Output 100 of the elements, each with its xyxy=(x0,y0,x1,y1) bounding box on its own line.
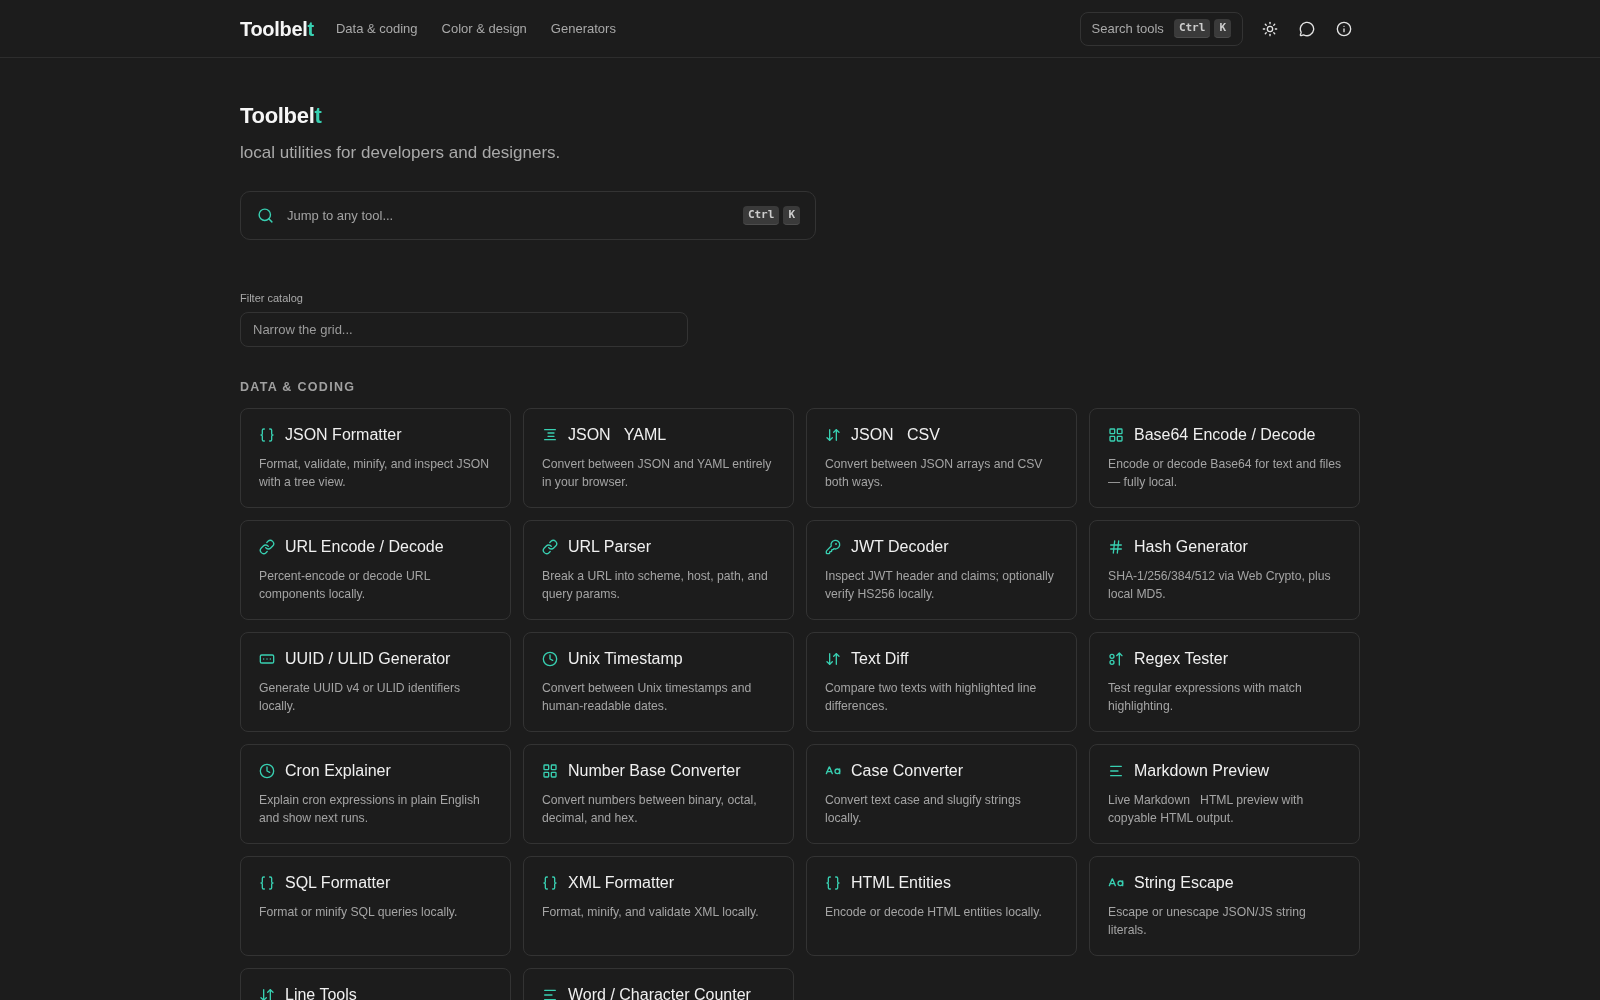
tool-card[interactable]: Base64 Encode / Decode Encode or decode Base64 for text and files — fully local. xyxy=(1089,408,1360,508)
tool-card[interactable]: Text Diff Compare two texts with highlighted line differences. xyxy=(806,632,1077,732)
tool-card[interactable]: Cron Explainer Explain cron expressions in plain English and show next runs. xyxy=(240,744,511,844)
nav-link[interactable]: Color & design xyxy=(441,21,527,36)
filter-field[interactable]: Narrow the grid... xyxy=(240,312,688,347)
tool-title: URL Encode / Decode xyxy=(285,537,444,557)
braces-icon xyxy=(259,875,275,891)
tool-description: Escape or unescape JSON/JS string literals. xyxy=(1108,904,1307,939)
indented-lines-icon xyxy=(542,427,558,443)
tool-description: Percent-encode or decode URL components locally. xyxy=(259,568,431,603)
tool-title: HTML Entities xyxy=(851,873,951,893)
tool-description: Generate UUID v4 or ULID identifiers locally. xyxy=(259,680,462,715)
tool-description: Test regular expressions with match highlighting. xyxy=(1108,680,1303,715)
key-icon xyxy=(825,539,841,555)
tool-card[interactable]: Markdown Preview Live Markdown HTML preview with copyable HTML output. xyxy=(1089,744,1360,844)
tool-title: Line Tools xyxy=(285,985,357,1000)
braces-icon xyxy=(259,427,275,443)
tool-card[interactable]: String Escape Escape or unescape JSON/JS string literals. xyxy=(1089,856,1360,956)
tool-description: Convert between Unix timestamps and human-readable dates. xyxy=(542,680,753,715)
up-down-arrows-icon xyxy=(259,987,275,1000)
page-title: Toolbelt xyxy=(240,103,322,129)
tool-description: Encode or decode Base64 for text and files — fully local. xyxy=(1108,456,1343,491)
tool-card[interactable]: JSON YAML Convert between JSON and YAML entirely in your browser. xyxy=(523,408,794,508)
tool-title: Regex Tester xyxy=(1134,649,1228,669)
text-lines-icon xyxy=(542,987,558,1000)
tool-card[interactable]: Regex Tester Test regular expressions with match highlighting. xyxy=(1089,632,1360,732)
text-lines-icon xyxy=(1108,763,1124,779)
tool-title: String Escape xyxy=(1134,873,1234,893)
tool-description: Convert text case and slugify strings locally. xyxy=(825,792,1022,827)
tool-description: Format, validate, minify, and inspect JSON with a tree view. xyxy=(259,456,491,491)
tool-card[interactable]: JWT Decoder Inspect JWT header and claims; optionally verify HS256 locally. xyxy=(806,520,1077,620)
tool-title: Unix Timestamp xyxy=(568,649,683,669)
tool-description: Convert between JSON and YAML entirely in your browser. xyxy=(542,456,773,491)
tool-title: JSON CSV xyxy=(851,425,940,445)
keyboard-key: K xyxy=(1214,19,1231,38)
tool-description: Format or minify SQL queries locally. xyxy=(259,904,459,921)
tool-description: Format, minify, and validate XML locally. xyxy=(542,904,760,921)
tool-description: Break a URL into scheme, host, path, and query params. xyxy=(542,568,769,603)
nav-link[interactable]: Generators xyxy=(550,21,616,36)
tool-title: Base64 Encode / Decode xyxy=(1134,425,1316,445)
braces-icon xyxy=(542,875,558,891)
tool-description: Explain cron expressions in plain English and show next runs. xyxy=(259,792,481,827)
dotted-rectangle-icon xyxy=(259,651,275,667)
tool-card[interactable]: SQL Formatter Format or minify SQL queries locally. xyxy=(240,856,511,956)
tool-card[interactable]: JSON Formatter Format, validate, minify, and inspect JSON with a tree view. xyxy=(240,408,511,508)
tool-title: UUID / ULID Generator xyxy=(285,649,451,669)
up-down-arrows-icon xyxy=(825,427,841,443)
tool-title: Markdown Preview xyxy=(1134,761,1270,781)
nav-link[interactable]: Data & coding xyxy=(335,21,418,36)
clock-icon xyxy=(542,651,558,667)
tool-title: JSON Formatter xyxy=(285,425,402,445)
link-icon xyxy=(542,539,558,555)
tool-title: SQL Formatter xyxy=(285,873,391,893)
tool-title: Hash Generator xyxy=(1134,537,1248,557)
tool-description: Encode or decode HTML entities locally. xyxy=(825,904,1043,921)
tool-description: Compare two texts with highlighted line differences. xyxy=(825,680,1038,715)
tool-card[interactable]: JSON CSV Convert between JSON arrays and CSV both ways. xyxy=(806,408,1077,508)
tool-card[interactable]: URL Parser Break a URL into scheme, host, path, and query params. xyxy=(523,520,794,620)
tool-card[interactable]: Unix Timestamp Convert between Unix timestamps and human-readable dates. xyxy=(523,632,794,732)
speech-bubble-icon[interactable] xyxy=(1299,20,1315,37)
tool-description: Live Markdown HTML preview with copyable HTML output. xyxy=(1108,792,1305,827)
tool-card[interactable]: Number Base Converter Convert numbers between binary, octal, decimal, and hex. xyxy=(523,744,794,844)
tool-card[interactable]: Case Converter Convert text case and slugify strings locally. xyxy=(806,744,1077,844)
tool-card[interactable]: UUID / ULID Generator Generate UUID v4 or ULID identifiers locally. xyxy=(240,632,511,732)
grid-icon xyxy=(542,763,558,779)
tool-description: Convert numbers between binary, octal, decimal, and hex. xyxy=(542,792,758,827)
tool-title: Cron Explainer xyxy=(285,761,391,781)
circles-arrow-icon xyxy=(1108,651,1124,667)
filter-label: Filter catalog xyxy=(240,291,303,305)
sun-icon[interactable] xyxy=(1262,20,1278,37)
tool-title: Text Diff xyxy=(851,649,909,669)
tool-description: SHA-1/256/384/512 via Web Crypto, plus local MD5. xyxy=(1108,568,1332,603)
up-down-arrows-icon xyxy=(825,651,841,667)
tool-card[interactable]: Word / Character Counter xyxy=(523,968,794,1000)
tool-title: JWT Decoder xyxy=(851,537,949,557)
search-tools-button[interactable]: Search tools Ctrl K xyxy=(1079,11,1243,46)
tool-card[interactable]: Hash Generator SHA-1/256/384/512 via Web Crypto, plus local MD5. xyxy=(1089,520,1360,620)
tool-title: Case Converter xyxy=(851,761,964,781)
info-icon[interactable] xyxy=(1336,20,1352,37)
tool-title: URL Parser xyxy=(568,537,651,557)
braces-icon xyxy=(825,875,841,891)
clock-icon xyxy=(259,763,275,779)
search-icon xyxy=(257,207,274,224)
tool-card[interactable]: URL Encode / Decode Percent-encode or decode URL components locally. xyxy=(240,520,511,620)
tool-card[interactable]: Line Tools xyxy=(240,968,511,1000)
tool-description: Inspect JWT header and claims; optionally verify HS256 locally. xyxy=(825,568,1055,603)
tool-title: JSON YAML xyxy=(568,425,667,445)
tool-title: XML Formatter xyxy=(568,873,675,893)
keyboard-key: K xyxy=(783,206,800,225)
tool-card[interactable]: HTML Entities Encode or decode HTML entities locally. xyxy=(806,856,1077,956)
grid-icon xyxy=(1108,427,1124,443)
keyboard-key: Ctrl xyxy=(742,206,780,225)
tool-card[interactable]: XML Formatter Format, minify, and validate XML locally. xyxy=(523,856,794,956)
logo[interactable]: Toolbelt xyxy=(240,15,314,42)
keyboard-key: Ctrl xyxy=(1173,19,1211,38)
tool-description: Convert between JSON arrays and CSV both ways. xyxy=(825,456,1044,491)
tool-title: Word / Character Counter xyxy=(568,985,751,1000)
tool-title: Number Base Converter xyxy=(568,761,741,781)
tagline: local utilities for developers and designers. xyxy=(240,142,561,164)
section-heading: DATA & CODING xyxy=(240,379,356,395)
